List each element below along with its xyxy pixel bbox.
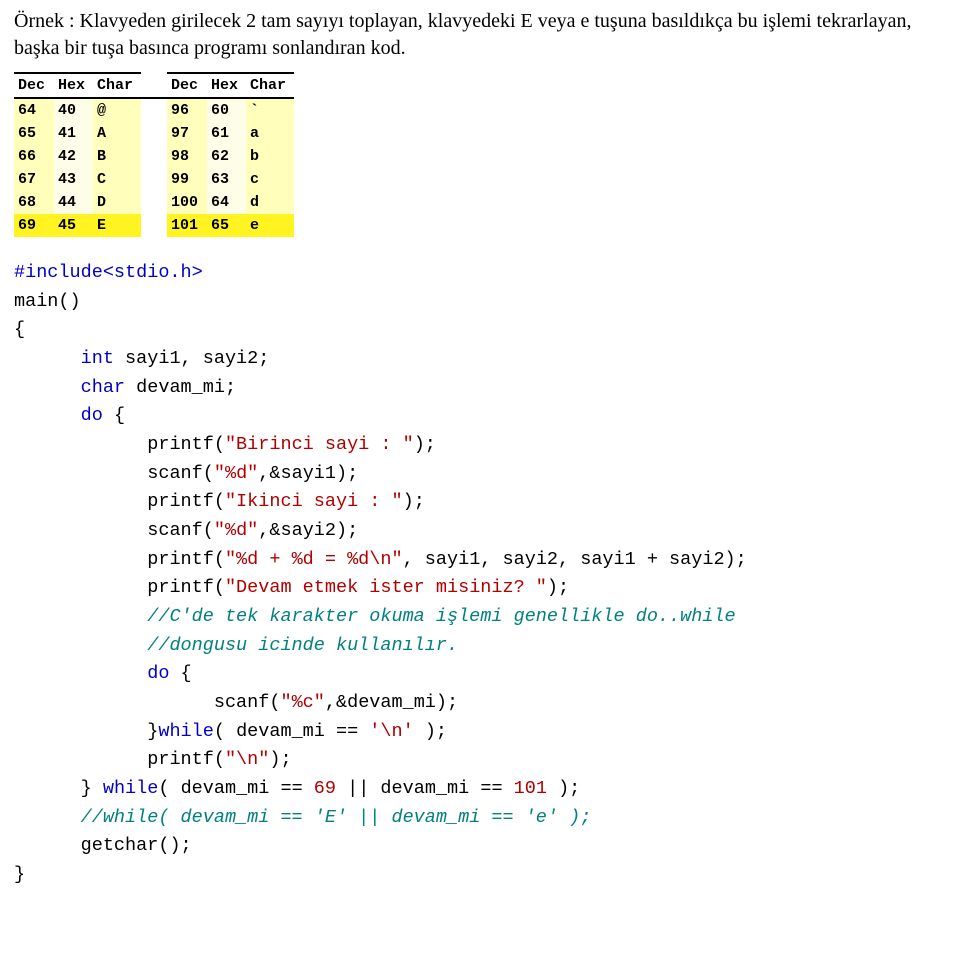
open-brace: { — [14, 319, 25, 340]
ascii-table: Dec Hex Char Dec Hex Char 6440@9660`6541… — [14, 72, 294, 237]
comment-3: //while( devam_mi == 'E' || devam_mi == … — [81, 807, 592, 828]
table-row: 6743C9963c — [14, 168, 294, 191]
kw-do: do — [81, 405, 103, 426]
table-row: 6642B9862b — [14, 145, 294, 168]
hdr-dec-2: Dec — [167, 73, 207, 98]
hdr-char-2: Char — [246, 73, 294, 98]
comment-2: //dongusu icinde kullanılır. — [147, 635, 458, 656]
preprocessor: #include<stdio.h> — [14, 262, 203, 283]
code-block: #include<stdio.h> main() { int sayi1, sa… — [14, 259, 946, 890]
intro-paragraph: Örnek : Klavyeden girilecek 2 tam sayıyı… — [14, 8, 946, 62]
hdr-char-1: Char — [93, 73, 141, 98]
hdr-hex-2: Hex — [207, 73, 246, 98]
table-row: 6844D10064d — [14, 191, 294, 214]
close-brace: } — [14, 864, 25, 885]
kw-int: int — [81, 348, 114, 369]
main-fn: main() — [14, 291, 81, 312]
table-row: 6541A9761a — [14, 122, 294, 145]
table-row: 6945E10165e — [14, 214, 294, 237]
hdr-dec-1: Dec — [14, 73, 54, 98]
table-row: 6440@9660` — [14, 98, 294, 122]
kw-char: char — [81, 377, 125, 398]
hdr-hex-1: Hex — [54, 73, 93, 98]
comment-1: //C'de tek karakter okuma işlemi genelli… — [147, 606, 735, 627]
ascii-header-row: Dec Hex Char Dec Hex Char — [14, 73, 294, 98]
